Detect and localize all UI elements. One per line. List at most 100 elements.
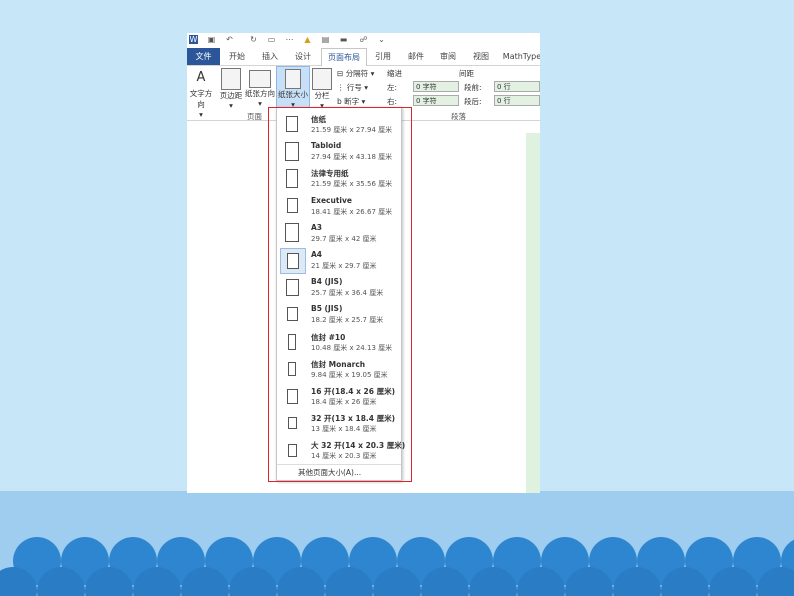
chevron-down-icon: ▾ <box>199 110 203 119</box>
undo-icon[interactable]: ↶ <box>225 35 234 44</box>
line-numbers-icon: ⋮ <box>337 83 345 92</box>
columns-icon <box>312 68 332 90</box>
paper-size-item[interactable]: 信封 #10 10.48 厘米 x 24.13 厘米 <box>277 329 401 356</box>
tab-mailings[interactable]: 邮件 <box>404 48 428 65</box>
quick-access-toolbar: W ▣ ↶ ↻ ▭ ⋯ ▲ ▤ ▬ ☍ ⌄ <box>187 33 540 47</box>
paper-size-name: 信封 Monarch <box>311 359 366 369</box>
spacing-after-field[interactable]: 0 行 <box>494 95 540 106</box>
paper-size-item[interactable]: Executive 18.41 厘米 x 26.67 厘米 <box>277 193 401 220</box>
paper-size-name: 法律专用纸 <box>311 169 349 179</box>
paper-size-dimensions: 21.59 厘米 x 35.56 厘米 <box>311 180 393 189</box>
paper-size-dimensions: 18.2 厘米 x 25.7 厘米 <box>311 316 384 325</box>
paper-size-item[interactable]: 信纸 21.59 厘米 x 27.94 厘米 <box>277 111 401 138</box>
indent-title: 缩进 <box>387 69 402 78</box>
hyphenation-label: 断字 <box>344 97 360 106</box>
paper-size-dimensions: 9.84 厘米 x 19.05 厘米 <box>311 370 388 379</box>
paper-size-item[interactable]: B4 (JIS) 25.7 厘米 x 36.4 厘米 <box>277 274 401 301</box>
paper-size-dimensions: 27.94 厘米 x 43.18 厘米 <box>311 153 393 162</box>
paper-size-name: A4 <box>311 250 323 259</box>
breaks-icon: ⊟ <box>337 69 344 78</box>
paper-size-name: 32 开(13 x 18.4 厘米) <box>311 414 396 424</box>
paper-size-item[interactable]: A4 21 厘米 x 29.7 厘米 <box>277 247 401 274</box>
orientation-button[interactable]: 纸张方向 ▾ <box>245 68 275 108</box>
new-doc-icon[interactable]: ▭ <box>267 35 276 44</box>
paper-size-name: 信纸 <box>311 115 326 124</box>
page-icon <box>280 275 304 299</box>
hyphenation-icon: b <box>337 97 342 106</box>
paper-size-dimensions: 14 厘米 x 20.3 厘米 <box>311 452 377 461</box>
redo-icon[interactable]: ↻ <box>249 35 258 44</box>
paper-size-item[interactable]: 16 开(18.4 x 26 厘米) 18.4 厘米 x 26 厘米 <box>277 383 401 410</box>
tab-design[interactable]: 设计 <box>291 48 315 65</box>
spacing-title: 间距 <box>459 69 474 78</box>
tab-mathtype[interactable]: MathType <box>502 48 540 65</box>
line-numbers-label: 行号 <box>346 83 362 92</box>
paper-size-item[interactable]: 大 32 开(14 x 20.3 厘米) 14 厘米 x 20.3 厘米 <box>277 437 405 464</box>
page-icon <box>280 411 304 435</box>
page-icon <box>280 384 304 408</box>
equation-icon[interactable]: ▬ <box>339 35 348 44</box>
orientation-label: 纸张方向 <box>245 89 275 98</box>
tab-review[interactable]: 审阅 <box>436 48 460 65</box>
text-direction-icon: A <box>196 70 206 85</box>
paper-size-name: 16 开(18.4 x 26 厘米) <box>311 387 396 396</box>
page-size-icon <box>285 69 301 89</box>
hyphenation-button[interactable]: b 断字 ▾ <box>337 96 365 107</box>
wave-decoration <box>0 537 794 596</box>
page-icon <box>280 330 304 354</box>
spacing-before-label: 段前: <box>464 83 482 92</box>
indent-left-field[interactable]: 0 字符 <box>413 81 459 92</box>
paper-size-name: 大 32 开(14 x 20.3 厘米) <box>311 441 406 451</box>
more-page-sizes[interactable]: 其他页面大小(A)... <box>298 467 361 478</box>
page-icon <box>280 438 304 462</box>
page-icon <box>280 302 304 326</box>
paper-size-name: B5 (JIS) <box>311 304 343 314</box>
chevron-down-icon: ▾ <box>258 99 262 108</box>
paper-size-dimensions: 18.4 厘米 x 26 厘米 <box>311 398 377 406</box>
breaks-button[interactable]: ⊟ 分隔符 ▾ <box>337 68 374 79</box>
tab-view[interactable]: 视图 <box>469 48 493 65</box>
org-chart-icon[interactable]: ☍ <box>359 35 368 44</box>
paper-size-item[interactable]: B5 (JIS) 18.2 厘米 x 25.7 厘米 <box>277 301 401 328</box>
paper-size-dimensions: 18.41 厘米 x 26.67 厘米 <box>311 207 393 216</box>
spacing-after-label: 段后: <box>464 97 482 106</box>
document-margin-shade <box>526 133 540 493</box>
more-icon[interactable]: ⌄ <box>377 35 386 44</box>
tab-home[interactable]: 开始 <box>225 48 249 65</box>
margins-button[interactable]: 页边距 ▾ <box>219 68 243 110</box>
page-icon <box>280 139 304 163</box>
paper-size-item[interactable]: 法律专用纸 21.59 厘米 x 35.56 厘米 <box>277 165 401 192</box>
text-direction-label: 文字方向 <box>189 89 213 109</box>
indent-right-field[interactable]: 0 字符 <box>413 95 459 106</box>
page-icon <box>280 112 304 136</box>
margins-label: 页边距 <box>219 91 243 100</box>
customize-icon[interactable]: ⋯ <box>285 35 294 44</box>
tab-insert[interactable]: 插入 <box>258 48 282 65</box>
columns-button[interactable]: 分栏 ▾ <box>311 68 333 110</box>
paper-size-name: Executive <box>311 195 352 205</box>
breaks-label: 分隔符 <box>345 69 369 78</box>
paper-size-item[interactable]: 32 开(13 x 18.4 厘米) 13 厘米 x 18.4 厘米 <box>277 410 401 437</box>
spacing-before-field[interactable]: 0 行 <box>494 81 540 92</box>
paper-size-item[interactable]: Tabloid 27.94 厘米 x 43.18 厘米 <box>277 138 401 165</box>
tab-file[interactable]: 文件 <box>187 48 220 65</box>
paper-size-dimensions: 21.59 厘米 x 27.94 厘米 <box>311 126 393 134</box>
word-logo-icon[interactable]: W <box>189 35 198 44</box>
warning-icon[interactable]: ▲ <box>303 35 312 44</box>
paper-size-name: 信封 #10 <box>311 332 346 342</box>
tab-page-layout[interactable]: 页面布局 <box>321 48 367 67</box>
paper-size-dimensions: 25.7 厘米 x 36.4 厘米 <box>311 289 384 298</box>
tab-references[interactable]: 引用 <box>371 48 395 65</box>
save-icon[interactable]: ▣ <box>207 35 216 44</box>
paper-size-dimensions: 21 厘米 x 29.7 厘米 <box>311 262 377 270</box>
paper-size-name: A3 <box>311 222 323 232</box>
text-direction-button[interactable]: A 文字方向 ▾ <box>187 68 215 119</box>
chevron-down-icon: ▾ <box>229 101 233 110</box>
page-icon <box>280 221 304 245</box>
line-numbers-button[interactable]: ⋮ 行号 ▾ <box>337 82 368 93</box>
paper-size-item[interactable]: A3 29.7 厘米 x 42 厘米 <box>277 220 401 247</box>
size-label: 纸张大小 <box>278 90 308 99</box>
picture-icon[interactable]: ▤ <box>321 35 330 44</box>
paper-size-dropdown: 其他页面大小(A)... 信纸 21.59 厘米 x 27.94 厘米 Tabloi… <box>276 107 405 481</box>
paper-size-item[interactable]: 信封 Monarch 9.84 厘米 x 19.05 厘米 <box>277 356 401 383</box>
